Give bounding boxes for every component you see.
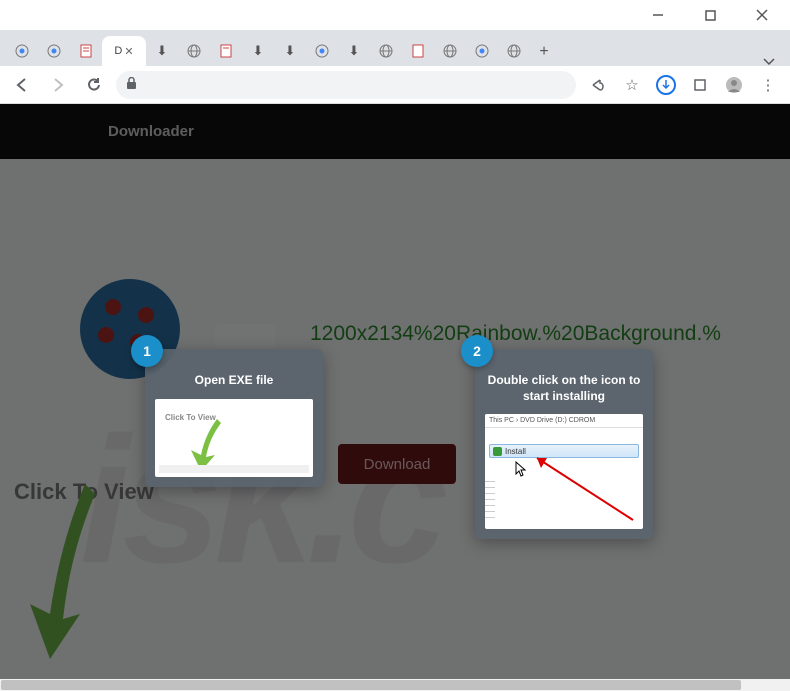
scrollbar-thumb[interactable] xyxy=(1,680,741,690)
tabs-dropdown-button[interactable] xyxy=(754,58,784,66)
browser-tab[interactable] xyxy=(434,36,466,66)
window-close-button[interactable] xyxy=(742,1,782,29)
scrollbar-corner xyxy=(778,679,790,691)
download-icon: ⬇ xyxy=(282,43,298,59)
download-icon: ⬇ xyxy=(154,43,170,59)
arrow-down-icon xyxy=(25,484,125,669)
step-badge: 1 xyxy=(131,335,163,367)
tab-close-icon[interactable]: ✕ xyxy=(124,45,133,58)
address-bar[interactable] xyxy=(116,71,576,99)
browser-tab[interactable]: ⬇ xyxy=(242,36,274,66)
card-title: Open EXE file xyxy=(155,373,313,389)
page-header: Downloader xyxy=(0,104,790,159)
step-badge: 2 xyxy=(461,335,493,367)
share-button[interactable] xyxy=(584,71,612,99)
browser-tab[interactable] xyxy=(70,36,102,66)
globe-icon xyxy=(506,43,522,59)
browser-tab[interactable]: ⬇ xyxy=(146,36,178,66)
profile-button[interactable] xyxy=(720,71,748,99)
browser-tab[interactable]: ⬇ xyxy=(274,36,306,66)
red-arrow-icon xyxy=(525,452,635,527)
globe-icon xyxy=(186,43,202,59)
browser-tab[interactable] xyxy=(370,36,402,66)
globe-icon xyxy=(442,43,458,59)
instruction-card-1: 1 Open EXE file Click To View xyxy=(145,349,323,487)
card-preview-image: This PC › DVD Drive (D:) CDROM Install xyxy=(485,414,643,529)
browser-tab[interactable] xyxy=(466,36,498,66)
nav-reload-button[interactable] xyxy=(80,71,108,99)
download-icon: ⬇ xyxy=(250,43,266,59)
browser-tab[interactable] xyxy=(306,36,338,66)
window-titlebar xyxy=(0,0,790,30)
page-title: Downloader xyxy=(108,123,194,140)
chrome-icon xyxy=(314,43,330,59)
nav-forward-button[interactable] xyxy=(44,71,72,99)
browser-toolbar: ☆ ⋮ xyxy=(0,66,790,104)
nav-back-button[interactable] xyxy=(8,71,36,99)
browser-tab[interactable] xyxy=(402,36,434,66)
ruler-lines xyxy=(485,476,495,525)
card-preview-image: Click To View xyxy=(155,399,313,477)
chrome-icon xyxy=(46,43,62,59)
filename-text: 1200x2134%20Rainbow.%20Background.% xyxy=(310,322,721,346)
bookmark-button[interactable]: ☆ xyxy=(618,71,646,99)
browser-tab[interactable] xyxy=(498,36,530,66)
window-minimize-button[interactable] xyxy=(638,1,678,29)
menu-button[interactable]: ⋮ xyxy=(754,71,782,99)
page-icon xyxy=(410,43,426,59)
browser-tabstrip: D✕ ⬇ ⬇ ⬇ ⬇ + xyxy=(0,30,790,66)
browser-tab[interactable] xyxy=(178,36,210,66)
browser-tab[interactable] xyxy=(210,36,242,66)
tab-label: D xyxy=(114,45,122,57)
page-icon xyxy=(78,43,94,59)
page-viewport: Downloader isk.c Click To View 1200x2134… xyxy=(0,104,790,679)
download-button[interactable]: Download xyxy=(338,444,456,484)
lock-icon xyxy=(126,77,137,93)
chrome-icon xyxy=(14,43,30,59)
browser-tab-active[interactable]: D✕ xyxy=(102,36,146,66)
downloads-button[interactable] xyxy=(652,71,680,99)
extensions-button[interactable] xyxy=(686,71,714,99)
browser-tab[interactable]: ⬇ xyxy=(338,36,370,66)
globe-icon xyxy=(378,43,394,59)
horizontal-scrollbar[interactable] xyxy=(0,679,778,691)
browser-tab[interactable] xyxy=(6,36,38,66)
page-icon xyxy=(218,43,234,59)
chrome-icon xyxy=(474,43,490,59)
download-icon: ⬇ xyxy=(346,43,362,59)
card-title: Double click on the icon to start instal… xyxy=(485,373,643,404)
breadcrumb: This PC › DVD Drive (D:) CDROM xyxy=(485,414,643,428)
browser-tab[interactable] xyxy=(38,36,70,66)
window-maximize-button[interactable] xyxy=(690,1,730,29)
instruction-card-2: 2 Double click on the icon to start inst… xyxy=(475,349,653,539)
new-tab-button[interactable]: + xyxy=(530,38,558,66)
install-icon xyxy=(493,447,502,456)
